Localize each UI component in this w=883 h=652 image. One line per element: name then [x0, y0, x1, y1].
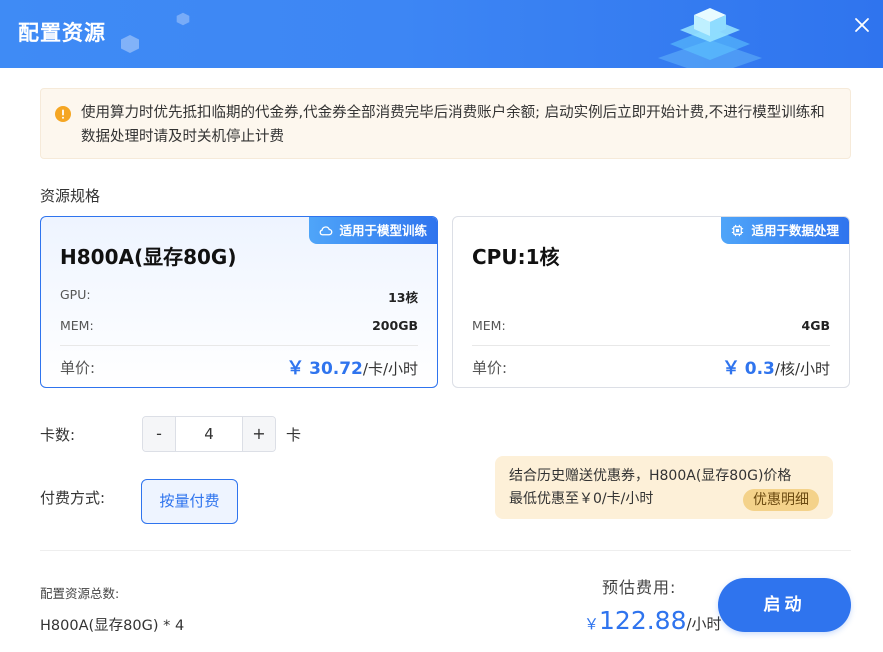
- quantity-label: 卡数:: [40, 426, 76, 444]
- card-badge: 适用于数据处理: [721, 217, 849, 244]
- chip-illustration-icon: [658, 8, 762, 68]
- coupon-line1: 结合历史赠送优惠券，H800A(显存80G)价格: [509, 468, 792, 484]
- warning-icon: [55, 106, 71, 122]
- spec-section-label: 资源规格: [40, 187, 101, 205]
- estimate-label: 预估费用:: [602, 578, 677, 597]
- pay-as-you-go-option[interactable]: 按量付费: [141, 479, 238, 524]
- close-icon[interactable]: [851, 14, 873, 36]
- card-divider: [472, 345, 830, 346]
- notice-text: 使用算力时优先抵扣临期的代金券,代金券全部消费完毕后消费账户余额; 启动实例后立…: [81, 105, 825, 145]
- unit-price: ￥ 0.3/核/小时: [721, 358, 830, 379]
- increment-button[interactable]: +: [242, 417, 275, 451]
- mem-value: 200GB: [372, 318, 418, 333]
- payment-label: 付费方式:: [40, 489, 106, 507]
- coupon-detail-button[interactable]: 优惠明细: [743, 489, 819, 511]
- dialog-title: 配置资源: [18, 21, 106, 45]
- card-name: CPU:1核: [472, 245, 560, 269]
- spec-card-cpu[interactable]: 适用于数据处理 CPU:1核 MEM: 4GB 单价: ￥ 0.3/核/小时: [452, 216, 850, 388]
- coupon-tip: 结合历史赠送优惠券，H800A(显存80G)价格 最低优惠至￥0/卡/小时 优惠…: [495, 456, 833, 519]
- dialog-header: 配置资源: [0, 0, 883, 68]
- mem-value: 4GB: [801, 318, 831, 333]
- estimate-price: ￥122.88/小时: [584, 606, 722, 635]
- quantity-input[interactable]: 4: [176, 417, 242, 451]
- billing-notice: 使用算力时优先抵扣临期的代金券,代金券全部消费完毕后消费账户余额; 启动实例后立…: [40, 88, 851, 159]
- gpu-value: 13核: [388, 290, 418, 305]
- summary-label: 配置资源总数:: [40, 586, 120, 601]
- summary-value: H800A(显存80G) * 4: [40, 618, 185, 634]
- cloud-icon: [320, 226, 333, 236]
- mem-row: MEM: 4GB: [472, 318, 830, 333]
- card-name: H800A(显存80G): [60, 245, 237, 269]
- cube-decoration-icon: [121, 35, 139, 53]
- gpu-row: GPU: 13核: [60, 287, 418, 305]
- start-button[interactable]: 启动: [718, 578, 851, 632]
- unit-price: ￥ 30.72/卡/小时: [286, 358, 418, 379]
- card-divider: [60, 345, 418, 346]
- price-row: 单价: ￥ 30.72/卡/小时: [60, 357, 418, 379]
- quantity-unit: 卡: [286, 426, 302, 444]
- quantity-stepper: - 4 +: [142, 416, 276, 452]
- card-badge: 适用于模型训练: [309, 217, 437, 244]
- cpu-chip-icon: [732, 224, 744, 237]
- divider: [40, 550, 851, 551]
- cube-decoration-icon: [176, 12, 190, 26]
- decrement-button[interactable]: -: [143, 417, 176, 451]
- price-row: 单价: ￥ 0.3/核/小时: [472, 357, 830, 379]
- spec-card-h800a[interactable]: 适用于模型训练 H800A(显存80G) GPU: 13核 MEM: 200GB…: [40, 216, 438, 388]
- mem-row: MEM: 200GB: [60, 318, 418, 333]
